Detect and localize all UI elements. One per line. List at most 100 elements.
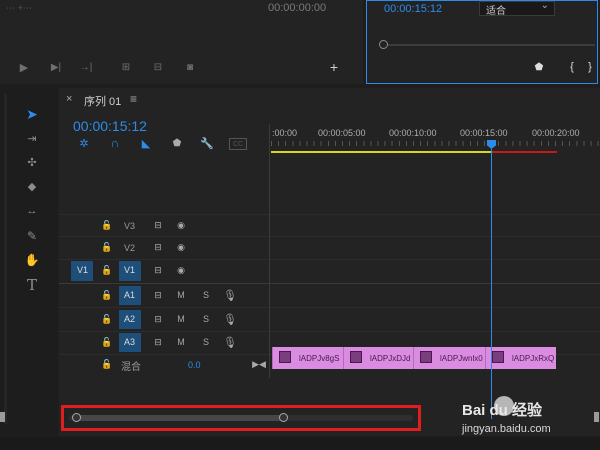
overwrite-icon[interactable]: ⊟	[148, 59, 168, 75]
a2-sync-icon[interactable]: ⊟	[148, 310, 168, 328]
v1-eye-icon[interactable]: ◉	[171, 261, 191, 279]
tools-panel-gutter	[4, 94, 7, 424]
track-divider	[59, 214, 600, 215]
ruler-tick-label: 00:00:15:00	[460, 128, 508, 138]
mix-label: 混合	[121, 362, 141, 373]
a3-mute-button[interactable]: M	[171, 333, 191, 351]
ripple-edit-tool-icon[interactable]: ✣	[21, 153, 43, 171]
hand-tool-icon[interactable]: ✋	[21, 251, 43, 269]
wrench-icon[interactable]: 🔧	[199, 136, 215, 150]
work-area-bar[interactable]	[271, 151, 491, 153]
v2-eye-icon[interactable]: ◉	[171, 238, 191, 256]
fx-icon	[492, 351, 504, 363]
source-timecode: 00:00:00:00	[268, 2, 327, 14]
v1-sync-icon[interactable]: ⊟	[148, 261, 168, 279]
track-label-a3: A3	[124, 337, 136, 347]
a2-solo-button[interactable]: S	[196, 310, 216, 328]
program-scrubber-track[interactable]	[381, 44, 595, 46]
add-marker-icon[interactable]: ⬟	[170, 136, 184, 150]
v2-lock-icon[interactable]: 🔓	[97, 238, 117, 256]
side-grip-left[interactable]	[0, 412, 5, 422]
add-button-icon[interactable]: +	[326, 59, 342, 75]
a1-mute-button[interactable]: M	[171, 286, 191, 304]
zoom-scroll-bar[interactable]	[69, 413, 413, 422]
time-ruler[interactable]: :00:00 00:00:05:00 00:00:10:00 00:00:15:…	[271, 124, 600, 152]
v3-sync-icon[interactable]: ⊟	[148, 216, 168, 234]
tools-panel: ➤ ⇥ ✣ ◆ ↔ ✎ ✋ T	[0, 88, 57, 436]
zoom-handle-right[interactable]	[279, 413, 288, 422]
sequence-tab-title[interactable]: 序列 01	[84, 93, 121, 109]
mix-value[interactable]: 0.0	[188, 360, 201, 370]
source-patch-v1-label: V1	[77, 265, 89, 275]
v3-eye-icon[interactable]: ◉	[171, 216, 191, 234]
a1-sync-icon[interactable]: ⊟	[148, 286, 168, 304]
linked-selection-icon[interactable]: ◣	[138, 136, 154, 150]
razor-tool-icon[interactable]: ◆	[21, 177, 43, 195]
insert-icon[interactable]: ⊞	[116, 59, 136, 75]
track-label-v3[interactable]: V3	[124, 221, 135, 231]
a1-mic-icon[interactable]: 🎙	[220, 286, 240, 304]
clip-label: lADPJwnlx0	[440, 353, 483, 363]
ruler-tick-label: :00:00	[272, 128, 298, 138]
a1-solo-button[interactable]: S	[196, 286, 216, 304]
slip-tool-icon[interactable]: ↔	[21, 202, 43, 220]
track-label-a2: A2	[124, 314, 136, 324]
play-icon[interactable]: ▶	[16, 59, 32, 75]
go-to-out-icon[interactable]: →|	[78, 59, 94, 75]
fit-dropdown[interactable]: 适合 ⌄	[479, 0, 555, 17]
clip[interactable]: lADPJxDJd	[343, 347, 413, 369]
out-point-icon[interactable]: }	[585, 60, 595, 74]
in-point-icon[interactable]: {	[566, 60, 578, 74]
v1-lock-icon[interactable]: 🔓	[97, 261, 117, 279]
chevron-down-icon: ⌄	[540, 0, 549, 11]
track-select-tool-icon[interactable]: ⇥	[21, 129, 43, 147]
a3-mic-icon[interactable]: 🎙	[220, 333, 240, 351]
ruler-tick-label: 00:00:10:00	[389, 128, 437, 138]
a3-sync-icon[interactable]: ⊟	[148, 333, 168, 351]
fx-icon	[350, 351, 362, 363]
camera-icon[interactable]: ◙	[180, 59, 200, 75]
type-tool-icon[interactable]: T	[21, 276, 43, 294]
ruler-tick-label: 00:00:20:00	[532, 128, 580, 138]
step-forward-icon[interactable]: ▶|	[48, 59, 64, 75]
source-drag-handle-icon[interactable]: ⋯ +⋯	[4, 1, 34, 15]
panel-menu-icon[interactable]: ≡	[130, 92, 137, 106]
a2-mic-icon[interactable]: 🎙	[220, 310, 240, 328]
clip[interactable]: lADPJxRxQ	[485, 347, 556, 369]
a1-lock-icon[interactable]: 🔓	[97, 286, 117, 304]
nest-icon[interactable]: ✲	[76, 136, 92, 150]
mix-go-to-end-icon[interactable]: ▶◀	[249, 355, 269, 373]
sequence-timecode[interactable]: 00:00:15:12	[73, 118, 147, 134]
clip[interactable]: lADPJv8gS	[272, 347, 343, 369]
timeline-panel: × 序列 01 ≡ 00:00:15:12 ✲ ∩ ◣ ⬟ 🔧 CC :00:0…	[59, 88, 600, 436]
fx-icon	[420, 351, 432, 363]
a2-mute-button[interactable]: M	[171, 310, 191, 328]
watermark-url: jingyan.baidu.com	[462, 423, 551, 435]
program-scrubber-handle[interactable]	[379, 40, 388, 49]
clip-label: lADPJv8gS	[299, 353, 340, 363]
captions-icon[interactable]: CC	[229, 138, 247, 150]
track-divider	[59, 259, 600, 260]
fx-icon	[279, 351, 291, 363]
marker-icon[interactable]: ⬟	[532, 60, 546, 74]
pen-tool-icon[interactable]: ✎	[21, 227, 43, 245]
side-grip-right[interactable]	[594, 412, 599, 422]
watermark-logo: Bai du 经验	[462, 396, 572, 422]
close-tab-icon[interactable]: ×	[66, 93, 72, 105]
mix-lock-icon[interactable]: 🔓	[97, 355, 117, 373]
a3-solo-button[interactable]: S	[196, 333, 216, 351]
track-label-v1: V1	[124, 265, 136, 275]
v3-lock-icon[interactable]: 🔓	[97, 216, 117, 234]
track-divider	[59, 283, 600, 284]
track-label-v2[interactable]: V2	[124, 243, 135, 253]
selection-tool-icon[interactable]: ➤	[21, 105, 43, 123]
track-header-divider	[269, 124, 270, 378]
zoom-scroll-thumb[interactable]	[75, 415, 283, 421]
snap-magnet-icon[interactable]: ∩	[107, 136, 123, 150]
clip[interactable]: lADPJwnlx0	[413, 347, 485, 369]
v2-sync-icon[interactable]: ⊟	[148, 238, 168, 256]
watermark-brand: Bai du 经验	[462, 402, 543, 419]
a2-lock-icon[interactable]: 🔓	[97, 310, 117, 328]
a3-lock-icon[interactable]: 🔓	[97, 333, 117, 351]
zoom-handle-left[interactable]	[72, 413, 81, 422]
